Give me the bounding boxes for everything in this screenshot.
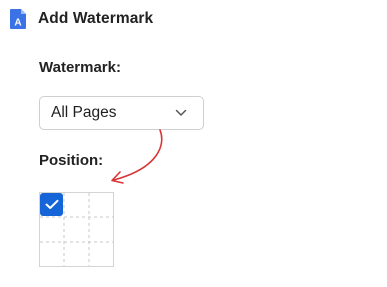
position-cell-bottom-left[interactable] — [40, 243, 65, 268]
position-cell-top-left[interactable] — [40, 193, 65, 218]
chevron-down-icon — [175, 109, 187, 116]
position-cell-top-center[interactable] — [65, 193, 90, 218]
position-cell-middle-left[interactable] — [40, 218, 65, 243]
position-cell-selected — [40, 193, 63, 216]
position-cell-top-right[interactable] — [90, 193, 115, 218]
position-label: Position: — [39, 152, 104, 169]
position-grid — [39, 192, 114, 267]
position-cell-middle-right[interactable] — [90, 218, 115, 243]
watermark-pages-dropdown[interactable]: All Pages — [39, 96, 204, 130]
dropdown-selected-value: All Pages — [51, 104, 117, 121]
position-cell-center[interactable] — [65, 218, 90, 243]
dialog-title: Add Watermark — [38, 10, 154, 27]
app-icon-letter: A — [14, 18, 21, 29]
watermark-label: Watermark: — [39, 59, 121, 76]
position-cell-bottom-right[interactable] — [90, 243, 115, 268]
position-cell-bottom-center[interactable] — [65, 243, 90, 268]
checkmark-icon — [45, 199, 58, 209]
document-a-icon: A — [9, 8, 27, 30]
dialog-header: A Add Watermark — [9, 8, 153, 30]
